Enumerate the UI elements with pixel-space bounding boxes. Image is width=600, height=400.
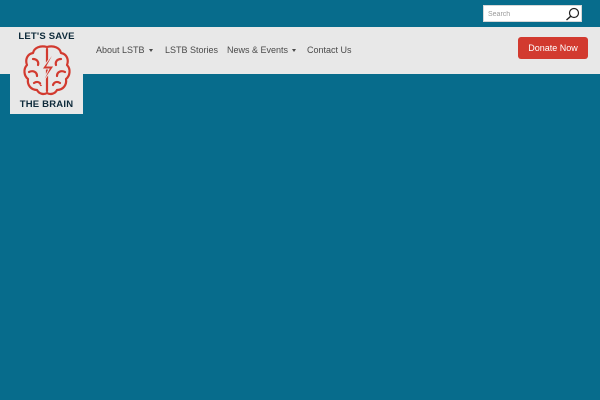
nav-item-label: Contact Us [307, 45, 352, 55]
hero-section [0, 74, 600, 400]
nav-item-news-events[interactable]: News & Events [227, 45, 297, 55]
nav-item-contact[interactable]: Contact Us [307, 45, 352, 55]
logo-text-top: LET'S SAVE [18, 31, 75, 42]
site-logo[interactable]: LET'S SAVE THE BRAIN [10, 27, 83, 114]
caret-down-icon [292, 49, 297, 53]
top-bar [0, 0, 600, 27]
caret-down-icon [148, 49, 153, 53]
search-box[interactable] [483, 5, 582, 22]
main-navbar [0, 27, 600, 74]
search-icon[interactable] [565, 7, 581, 21]
nav-item-about[interactable]: About LSTB [96, 45, 153, 55]
nav-item-label: News & Events [227, 45, 289, 55]
nav-item-label: About LSTB [96, 45, 145, 55]
search-input[interactable] [488, 7, 562, 21]
nav-item-stories[interactable]: LSTB Stories [165, 45, 218, 55]
nav-item-label: LSTB Stories [165, 45, 219, 55]
donate-button[interactable]: Donate Now [518, 37, 588, 59]
brain-icon [23, 45, 71, 96]
logo-text-bottom: THE BRAIN [19, 99, 74, 110]
